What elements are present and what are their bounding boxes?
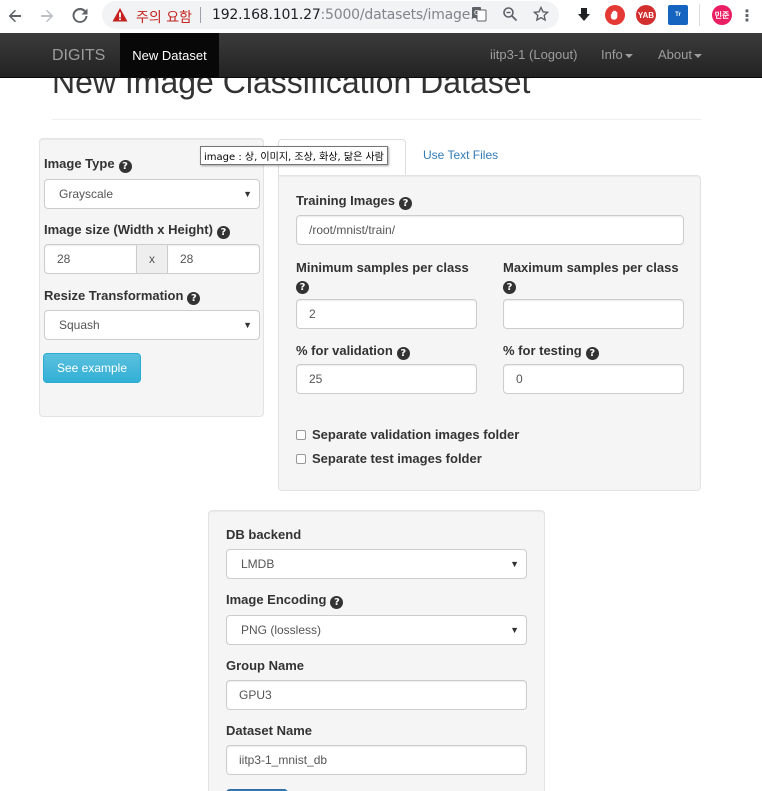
image-encoding-select[interactable]: PNG (lossless) ▼ [226,615,527,645]
chevron-down-icon [693,53,702,58]
db-backend-select[interactable]: LMDB ▼ [226,549,527,579]
validation-percent-input[interactable]: 25 [296,364,477,394]
help-icon[interactable]: ? [216,226,230,239]
image-encoding-label: Image Encoding? [226,592,344,609]
image-size-label-text: Image size (Width x Height) [44,222,213,237]
testing-label: % for testing? [503,343,599,360]
dataset-name-label: Dataset Name [226,723,312,738]
star-icon[interactable] [532,5,550,24]
info-menu[interactable]: Info [601,47,633,62]
info-menu-label: Info [601,47,623,62]
caret-down-icon: ▼ [510,559,519,569]
help-icon[interactable]: ? [187,292,201,305]
about-menu-label: About [658,47,692,62]
size-separator: x [136,244,168,274]
resize-transformation-label: Resize Transformation? [44,288,201,305]
help-icon[interactable]: ? [398,197,412,210]
browser-toolbar: 주의 요함 192.168.101.27:5000/datasets/image… [0,0,762,32]
min-samples-input[interactable]: 2 [296,299,477,329]
testing-percent-input[interactable]: 0 [503,364,684,394]
dataset-options-panel: DB backend LMDB ▼ Image Encoding? PNG (l… [208,510,545,791]
logout-link[interactable]: iitp3-1 (Logout) [490,47,577,62]
reload-icon[interactable] [70,6,90,26]
help-icon[interactable]: ? [330,596,344,609]
training-images-label: Training Images? [296,193,412,210]
url-separator [200,7,201,23]
image-encoding-value: PNG (lossless) [241,623,322,637]
image-height-input[interactable]: 28 [167,244,260,274]
help-icon[interactable]: ? [585,347,599,360]
nav-new-dataset[interactable]: New Dataset [120,33,219,78]
menu-dots-icon[interactable]: ⋮ [737,6,757,26]
help-icon[interactable]: ? [118,160,132,173]
tab-use-text-files[interactable]: Use Text Files [423,148,498,162]
help-icon[interactable]: ? [503,281,516,294]
about-menu[interactable]: About [658,47,702,62]
db-backend-label: DB backend [226,527,302,542]
brand-logo[interactable]: DIGITS [52,47,105,65]
resize-value: Squash [59,318,100,332]
forward-arrow-icon[interactable] [37,6,57,26]
security-warning-text: 주의 요함 [136,10,192,26]
translation-tooltip: image : 상, 이미지, 조상, 화상, 닮은 사람 [200,146,388,165]
image-encoding-label-text: Image Encoding [226,592,327,607]
image-type-select[interactable]: Grayscale ▼ [44,179,260,209]
group-name-input[interactable]: GPU3 [226,680,527,710]
url-text: 192.168.101.27:5000/datasets/image... [212,7,483,23]
download-extension-icon[interactable] [574,5,594,25]
validation-label-text: % for validation [296,343,393,358]
image-options-panel: Image Type? Grayscale ▼ Image size (Widt… [39,138,264,417]
testing-label-text: % for testing [503,343,582,358]
resize-label-text: Resize Transformation [44,288,184,303]
zoom-icon[interactable] [501,6,519,24]
help-icon[interactable]: ? [396,347,410,360]
validation-label: % for validation? [296,343,410,360]
separate-test-checkbox[interactable] [296,454,306,464]
help-icon[interactable]: ? [296,281,309,294]
image-type-value: Grayscale [59,187,114,201]
image-size-label: Image size (Width x Height)? [44,222,230,239]
caret-down-icon: ▼ [243,320,252,330]
back-arrow-icon[interactable] [5,6,25,26]
profile-avatar-icon[interactable]: 민준 [712,5,732,25]
group-name-label: Group Name [226,658,305,673]
translate-extension-icon[interactable]: Tr [668,5,688,25]
svg-text:G: G [474,9,479,17]
warning-triangle-icon [112,8,128,22]
caret-down-icon: ▼ [243,189,252,199]
see-example-button[interactable]: See example [43,353,141,383]
yab-extension-icon[interactable]: YAB [636,5,656,25]
separate-test-label[interactable]: Separate test images folder [312,451,482,466]
separate-validation-checkbox[interactable] [296,430,306,440]
caret-down-icon: ▼ [510,625,519,635]
image-type-label: Image Type? [44,156,132,173]
navbar: DIGITS New Dataset iitp3-1 (Logout) Info… [0,33,762,78]
training-images-panel: Training Images? /root/mnist/train/ Mini… [278,175,701,491]
db-backend-value: LMDB [241,557,275,571]
separate-validation-label[interactable]: Separate validation images folder [312,427,519,442]
title-divider [52,119,701,120]
max-samples-label: Maximum samples per class [503,260,679,275]
dataset-name-input[interactable]: iitp3-1_mnist_db [226,745,527,775]
adblock-extension-icon[interactable] [605,5,625,25]
max-samples-input[interactable] [503,299,684,329]
training-images-input[interactable]: /root/mnist/train/ [296,215,684,245]
url-host: 192.168.101.27 [212,7,321,23]
image-width-input[interactable]: 28 [44,244,137,274]
url-path: :5000/datasets/image... [320,7,484,23]
address-bar[interactable]: 주의 요함 192.168.101.27:5000/datasets/image… [102,1,559,29]
resize-transformation-select[interactable]: Squash ▼ [44,310,260,340]
translate-icon[interactable]: G [470,6,488,24]
min-samples-label: Minimum samples per class [296,260,469,275]
toolbar-divider [699,4,700,26]
training-images-label-text: Training Images [296,193,395,208]
image-type-label-text: Image Type [44,156,115,171]
chevron-down-icon [624,53,633,58]
